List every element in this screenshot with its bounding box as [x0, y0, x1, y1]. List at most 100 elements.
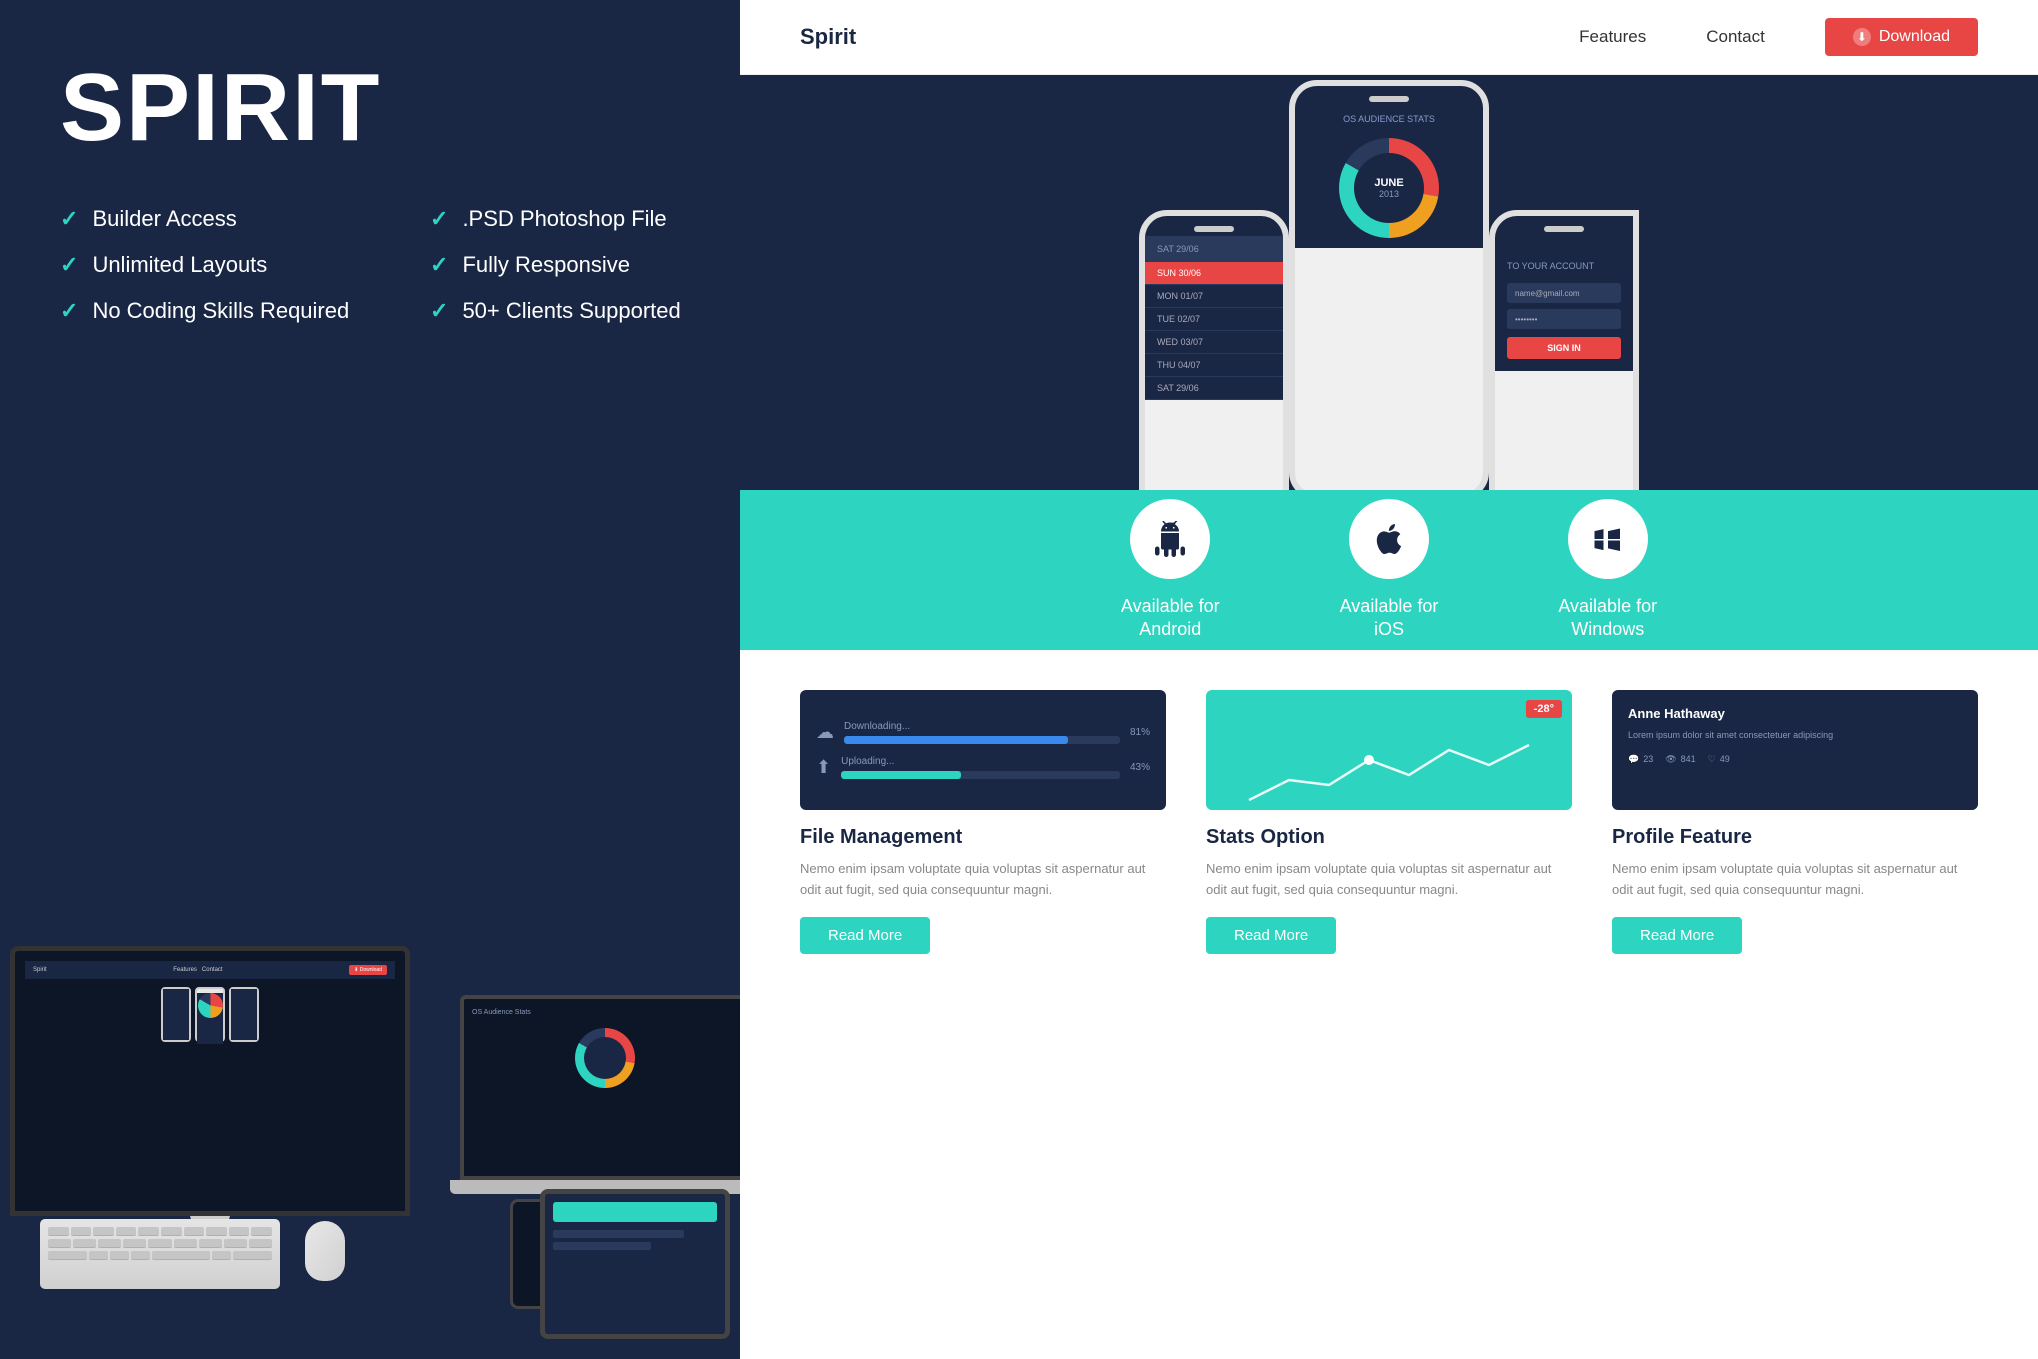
laptop-chart-area [472, 1028, 738, 1088]
file-label-1: Downloading... [844, 721, 1120, 732]
phone-right-mockup: TO YOUR ACCOUNT name@gmail.com •••••••• … [1489, 210, 1639, 490]
key [148, 1239, 171, 1248]
file-management-title: File Management [800, 826, 1166, 849]
feature-item-6: ✓ Fully Responsive [430, 252, 740, 278]
temperature-badge: -28° [1526, 700, 1562, 718]
key [48, 1227, 69, 1236]
file-percent-2: 43% [1130, 762, 1150, 773]
mini-phone-2 [195, 987, 225, 1042]
phone-right-frame: TO YOUR ACCOUNT name@gmail.com •••••••• … [1489, 210, 1639, 490]
feature-label-5: .PSD Photoshop File [462, 206, 666, 232]
profile-views-stat: 👁 841 [1665, 754, 1695, 765]
file-row-1: ☁ Downloading... 81% [816, 721, 1150, 744]
calendar-row-sat: SAT 29/06 [1145, 377, 1283, 400]
mini-phone-1 [161, 987, 191, 1042]
key [206, 1227, 227, 1236]
file-bar-container-1: Downloading... [844, 721, 1120, 744]
apple-icon [1371, 521, 1407, 557]
feature-item-2: ✓ Unlimited Layouts [60, 252, 370, 278]
profile-feature-desc: Nemo enim ipsam voluptate quia voluptas … [1612, 859, 1978, 901]
profile-feature-read-more[interactable]: Read More [1612, 917, 1742, 954]
feature-item-3: ✓ No Coding Skills Required [60, 298, 370, 324]
file-bar-fill-2 [841, 771, 961, 779]
mini-download-btn: ⬇ Download [349, 965, 387, 975]
profile-feature-title: Profile Feature [1612, 826, 1978, 849]
nav-link-contact[interactable]: Contact [1706, 27, 1765, 47]
file-management-image: ☁ Downloading... 81% ⬆ Uploading... [800, 690, 1166, 810]
email-input-display: name@gmail.com [1507, 283, 1621, 303]
feature-label-2: Unlimited Layouts [92, 252, 267, 278]
platform-section: Available forAndroid Available foriOS Av… [740, 490, 2038, 650]
profile-description: Lorem ipsum dolor sit amet consectetuer … [1628, 729, 1962, 742]
calendar-row-tue: TUE 02/07 [1145, 308, 1283, 331]
file-management-read-more[interactable]: Read More [800, 917, 930, 954]
windows-icon-circle [1568, 499, 1648, 579]
key [98, 1239, 121, 1248]
phone-left-frame: SAT 29/06 SUN 30/06 MON 01/07 TUE 02/07 … [1139, 210, 1289, 490]
key [184, 1227, 205, 1236]
signin-label: SIGN IN [1547, 343, 1581, 353]
laptop-donut [575, 1028, 635, 1088]
hero-title: SPIRIT [0, 0, 740, 156]
stats-option-read-more[interactable]: Read More [1206, 917, 1336, 954]
keyboard-row-1 [48, 1227, 272, 1236]
phone-center-screen: OS AUDIENCE STATS JUNE 2013 [1295, 86, 1483, 248]
key-space [152, 1251, 210, 1260]
download-icon: ⬇ [1853, 28, 1871, 46]
feature-item-4: ✓ 50+ Clients Supported [430, 298, 740, 324]
download-button[interactable]: ⬇ Download [1825, 18, 1978, 56]
phone-center-frame: OS AUDIENCE STATS JUNE 2013 [1289, 80, 1489, 490]
key [123, 1239, 146, 1248]
calendar-row-thu: THU 04/07 [1145, 354, 1283, 377]
features-list: ✓ Builder Access ✓ .PSD Photoshop File ✓… [0, 156, 740, 324]
key [73, 1239, 96, 1248]
file-bar-bg-1 [844, 736, 1120, 744]
profile-image: Anne Hathaway Lorem ipsum dolor sit amet… [1612, 690, 1978, 810]
key [251, 1227, 272, 1236]
laptop-mockup: OS Audience Stats [460, 995, 740, 1194]
key [224, 1239, 247, 1248]
stats-title: OS AUDIENCE STATS [1295, 106, 1483, 128]
ios-icon-circle [1349, 499, 1429, 579]
tablet-bar-1 [553, 1202, 717, 1222]
password-placeholder: •••••••• [1515, 315, 1537, 324]
email-placeholder: name@gmail.com [1515, 289, 1580, 298]
donut-month: JUNE [1374, 177, 1403, 189]
ios-label: Available foriOS [1340, 595, 1439, 642]
cloud-download-icon: ☁ [816, 722, 834, 743]
login-form: TO YOUR ACCOUNT name@gmail.com •••••••• … [1495, 236, 1633, 371]
stats-option-title: Stats Option [1206, 826, 1572, 849]
profile-name: Anne Hathaway [1628, 706, 1962, 721]
check-icon-3: ✓ [60, 298, 78, 324]
android-label: Available forAndroid [1121, 595, 1220, 642]
laptop-screen: OS Audience Stats [460, 995, 740, 1180]
password-input-display: •••••••• [1507, 309, 1621, 329]
likes-count: 49 [1720, 754, 1730, 764]
tablet-mockup [540, 1189, 730, 1339]
feature-label-6: Fully Responsive [462, 252, 630, 278]
check-icon-4: ✓ [430, 298, 448, 324]
mini-phone-screen-3 [231, 989, 257, 1040]
views-count: 841 [1681, 754, 1696, 764]
features-section: ☁ Downloading... 81% ⬆ Uploading... [740, 650, 2038, 1359]
feature-label-4: 50+ Clients Supported [462, 298, 680, 324]
key [199, 1239, 222, 1248]
stats-option-card: -28° Stats Option Nemo enim ipsam volupt… [1206, 690, 1572, 954]
check-icon-6: ✓ [430, 252, 448, 278]
keyboard-row-3 [48, 1251, 272, 1260]
platform-android: Available forAndroid [1121, 499, 1220, 642]
phone-left-screen: SAT 29/06 SUN 30/06 MON 01/07 TUE 02/07 … [1145, 216, 1283, 400]
key-wide [233, 1251, 272, 1260]
key-wide [48, 1251, 87, 1260]
mouse-mockup [305, 1221, 345, 1281]
signin-button-display: SIGN IN [1507, 337, 1621, 359]
profile-likes-stat: ♡ 49 [1708, 754, 1730, 765]
calendar-row-wed: WED 03/07 [1145, 331, 1283, 354]
key [48, 1239, 71, 1248]
comment-icon: 💬 [1628, 754, 1639, 765]
nav-link-features[interactable]: Features [1579, 27, 1646, 47]
file-row-2: ⬆ Uploading... 43% [816, 756, 1150, 779]
tablet-bar-3 [553, 1242, 651, 1250]
key [249, 1239, 272, 1248]
cloud-upload-icon: ⬆ [816, 757, 831, 778]
